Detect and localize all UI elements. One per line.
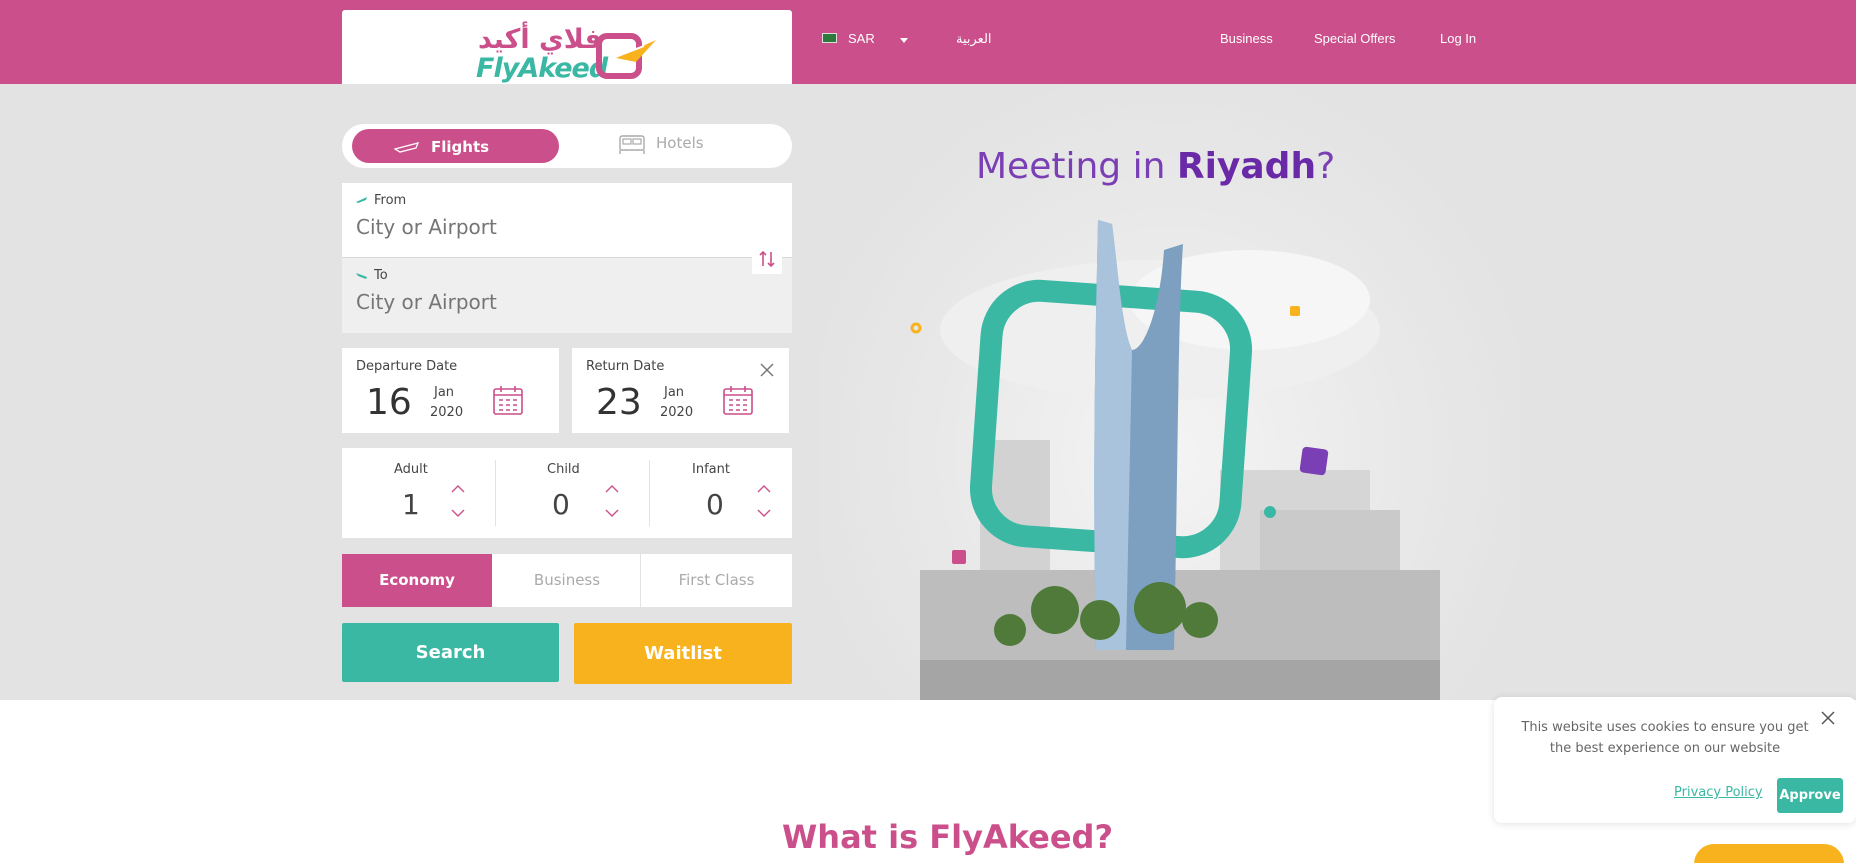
- child-decrement-button[interactable]: [603, 506, 621, 520]
- tab-flights[interactable]: Flights: [352, 129, 559, 163]
- riyadh-kingdom-tower-illustration: [910, 220, 1440, 700]
- return-day: 23: [596, 382, 642, 423]
- logo-arabic-text: فلاي أكيد: [478, 24, 602, 55]
- calendar-icon: [493, 386, 523, 415]
- infant-counter: Infant 0: [649, 448, 799, 538]
- return-month: Jan: [664, 385, 685, 400]
- to-input[interactable]: [356, 290, 736, 314]
- saudi-flag-icon: [822, 33, 837, 43]
- from-field[interactable]: From: [342, 183, 792, 258]
- waitlist-button[interactable]: Waitlist: [574, 623, 792, 684]
- language-switch-link[interactable]: العربية: [956, 31, 992, 47]
- cabin-first-class-option[interactable]: First Class: [641, 554, 792, 607]
- to-label-text: To: [374, 268, 388, 283]
- bed-icon: [619, 135, 645, 154]
- adult-counter: Adult 1: [342, 448, 492, 538]
- to-label: To: [356, 268, 388, 283]
- cabin-business-option[interactable]: Business: [492, 554, 642, 607]
- cabin-economy-option[interactable]: Economy: [342, 554, 492, 607]
- logo-english-text: FlyAkeed: [476, 53, 608, 84]
- nav-login-link[interactable]: Log In: [1440, 31, 1476, 46]
- adult-increment-button[interactable]: [449, 482, 467, 496]
- section-title: What is FlyAkeed?: [782, 818, 1114, 856]
- headline-suffix: ?: [1316, 146, 1336, 187]
- hero-headline: Meeting in Riyadh?: [976, 146, 1335, 187]
- departure-date-label: Departure Date: [356, 359, 458, 374]
- child-counter: Child 0: [495, 448, 645, 538]
- cookie-consent-banner: This website uses cookies to ensure you …: [1494, 697, 1856, 823]
- infant-value: 0: [706, 488, 724, 521]
- chat-widget-button[interactable]: [1694, 844, 1844, 863]
- swap-arrows-icon: [759, 250, 775, 268]
- nav-special-offers-link[interactable]: Special Offers: [1314, 31, 1395, 46]
- headline-city: Riyadh: [1176, 146, 1317, 187]
- currency-selector[interactable]: SAR: [848, 31, 875, 46]
- departure-year: 2020: [430, 405, 464, 420]
- to-field[interactable]: To: [342, 258, 792, 333]
- search-button[interactable]: Search: [342, 623, 559, 682]
- privacy-policy-link[interactable]: Privacy Policy: [1674, 785, 1763, 800]
- adult-value: 1: [402, 488, 420, 521]
- departure-month: Jan: [434, 385, 455, 400]
- landing-icon: [356, 273, 367, 279]
- passenger-counters: Adult 1 Child 0 Infant 0: [342, 448, 792, 538]
- infant-decrement-button[interactable]: [755, 506, 773, 520]
- tab-flights-label: Flights: [431, 138, 490, 156]
- nav-business-link[interactable]: Business: [1220, 31, 1273, 46]
- close-icon[interactable]: [1819, 709, 1837, 727]
- chevron-down-icon[interactable]: [900, 38, 908, 43]
- from-label-text: From: [374, 193, 407, 208]
- top-navigation-bar: [0, 0, 1856, 84]
- from-label: From: [356, 193, 406, 208]
- logo-check-plane-icon: [596, 33, 656, 79]
- from-input[interactable]: [356, 215, 736, 239]
- takeoff-icon: [356, 197, 367, 203]
- calendar-icon: [723, 386, 753, 415]
- close-icon[interactable]: [759, 362, 775, 378]
- tab-hotels-label: Hotels: [656, 134, 704, 152]
- child-value: 0: [552, 488, 570, 521]
- return-year: 2020: [660, 405, 694, 420]
- infant-increment-button[interactable]: [755, 482, 773, 496]
- cookie-message: This website uses cookies to ensure you …: [1521, 720, 1809, 756]
- child-increment-button[interactable]: [603, 482, 621, 496]
- swap-airports-button[interactable]: [752, 244, 782, 274]
- tab-hotels[interactable]: Hotels: [610, 129, 740, 163]
- headline-prefix: Meeting in: [976, 146, 1166, 187]
- return-date-picker[interactable]: Return Date 23 Jan 2020: [572, 348, 789, 433]
- approve-cookies-button[interactable]: Approve: [1777, 778, 1843, 813]
- infant-label: Infant: [692, 462, 730, 477]
- adult-decrement-button[interactable]: [449, 506, 467, 520]
- departure-date-picker[interactable]: Departure Date 16 Jan 2020: [342, 348, 559, 433]
- airplane-icon: [394, 142, 420, 153]
- departure-day: 16: [366, 382, 412, 423]
- return-date-label: Return Date: [586, 359, 665, 374]
